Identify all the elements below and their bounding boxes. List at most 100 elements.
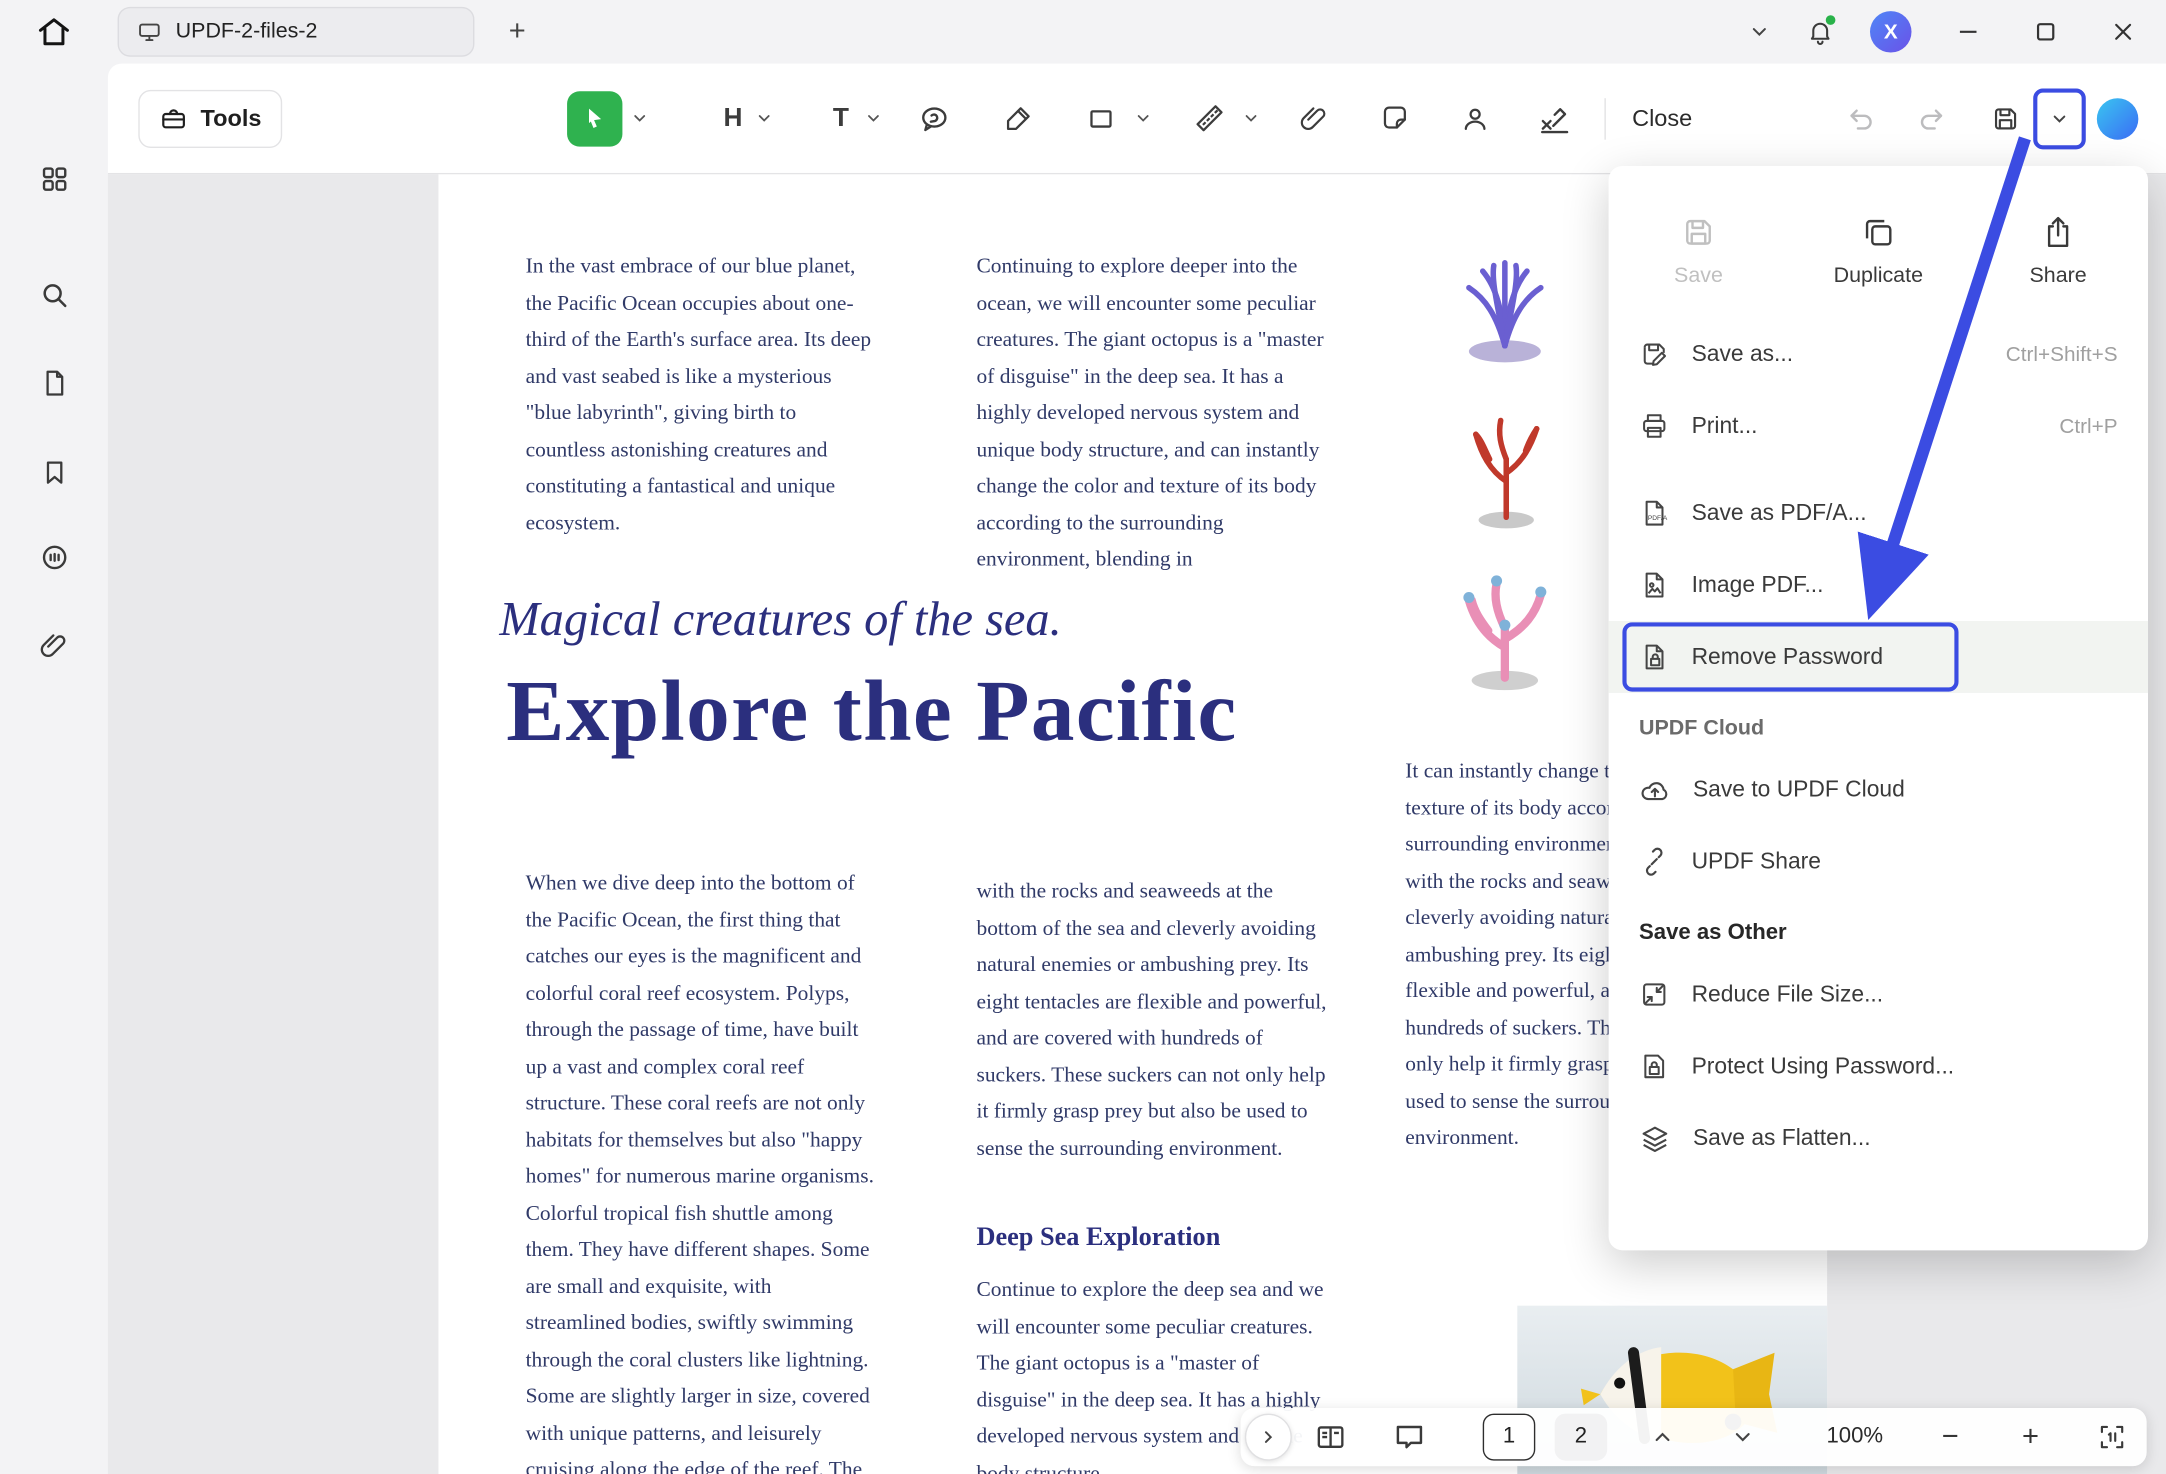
pen-tool-button[interactable] (990, 91, 1045, 146)
next-page-button[interactable] (1731, 1425, 1755, 1449)
marker-pen-icon (1002, 102, 1034, 134)
menu-save-action[interactable]: Save (1609, 185, 1789, 318)
printer-icon (1639, 411, 1669, 441)
page-number-next[interactable]: 2 (1555, 1414, 1608, 1461)
tools-button[interactable]: Tools (138, 89, 282, 147)
maximize-button[interactable] (2025, 11, 2066, 52)
redo-button[interactable] (1903, 91, 1958, 146)
stamp-tool-button[interactable] (1447, 91, 1502, 146)
chevron-right-icon (1259, 1427, 1278, 1446)
chevron-down-icon (2050, 109, 2069, 128)
chevron-down-icon (1731, 1425, 1755, 1449)
zoom-out-button[interactable]: − (1929, 1416, 1970, 1457)
menu-item-save-as-pdfa[interactable]: PDF/A Save as PDF/A... (1609, 477, 2148, 549)
duplicate-icon (1860, 214, 1896, 250)
menu-item-save-to-updf-cloud[interactable]: Save to UPDF Cloud (1609, 754, 2148, 826)
shortcut-label: Ctrl+Shift+S (2006, 342, 2118, 366)
menu-item-updf-share[interactable]: UPDF Share (1609, 826, 2148, 898)
image-pdf-icon (1639, 570, 1669, 600)
sidebar-item-attachments[interactable] (25, 617, 83, 675)
expand-nav-button[interactable] (1245, 1414, 1292, 1461)
menu-item-print[interactable]: Print... Ctrl+P (1609, 390, 2148, 462)
paperclip-icon (39, 631, 69, 661)
save-button[interactable] (1978, 91, 2033, 146)
document-tab[interactable]: UPDF-2-files-2 (118, 7, 475, 57)
select-tool-dropdown[interactable] (628, 91, 650, 146)
grid-icon (38, 163, 70, 195)
close-window-button[interactable] (2102, 11, 2143, 52)
ruler-icon (1193, 102, 1225, 134)
redo-icon (1916, 103, 1946, 133)
anemone-image (1427, 241, 1582, 368)
ai-assistant-button[interactable] (2097, 98, 2138, 139)
sidebar-item-bookmarks[interactable] (25, 443, 83, 501)
two-page-view-icon (1314, 1420, 1347, 1453)
text-tool-dropdown[interactable] (862, 91, 884, 146)
pink-coral-image (1427, 550, 1582, 694)
svg-text:PDF/A: PDF/A (1648, 515, 1668, 522)
previous-page-button[interactable] (1651, 1425, 1675, 1449)
attach-tool-button[interactable] (1286, 91, 1341, 146)
undo-button[interactable] (1834, 91, 1889, 146)
sticker-tool-button[interactable] (1367, 91, 1422, 146)
select-tool-button[interactable] (567, 91, 622, 146)
header-tool-dropdown[interactable] (752, 91, 774, 146)
h-tool-icon: H (724, 103, 743, 133)
home-icon (36, 14, 72, 50)
home-button[interactable] (25, 10, 83, 54)
measure-tool-dropdown[interactable] (1239, 91, 1261, 146)
updf-app-window: UPDF-2-files-2 + X (0, 0, 2166, 1474)
minimize-button[interactable] (1947, 11, 1988, 52)
annotation-panel-button[interactable] (1392, 1420, 1427, 1455)
document-title: Explore the Pacific (506, 661, 1237, 762)
comment-search-tool-button[interactable] (907, 91, 962, 146)
reduce-size-icon (1639, 979, 1669, 1009)
avatar[interactable]: X (1870, 11, 1911, 52)
shape-tool-button[interactable] (1073, 91, 1128, 146)
notification-dot (1824, 14, 1836, 26)
save-options-dropdown-button[interactable] (2033, 88, 2086, 149)
zoom-level[interactable]: 100% (1826, 1425, 1883, 1450)
undo-icon (1846, 103, 1876, 133)
menu-item-image-pdf[interactable]: Image PDF... (1609, 549, 2148, 621)
zoom-in-button[interactable]: + (2010, 1416, 2051, 1457)
sidebar-item-brand-pen[interactable] (25, 1469, 83, 1474)
save-icon (1681, 214, 1717, 250)
measure-tool-button[interactable] (1181, 91, 1236, 146)
menu-item-remove-password[interactable]: Remove Password (1609, 621, 2148, 693)
sidebar-item-pages[interactable] (25, 354, 83, 412)
sidebar-item-search[interactable] (25, 266, 83, 324)
sidebar-item-apps[interactable] (25, 149, 83, 207)
document-subtitle: Magical creatures of the sea. (499, 592, 1061, 647)
reading-mode-button[interactable] (1314, 1420, 1347, 1453)
chevron-down-icon[interactable] (1748, 21, 1770, 43)
shape-tool-dropdown[interactable] (1131, 91, 1153, 146)
fit-page-button[interactable] (2097, 1422, 2127, 1452)
paragraph-col2-2: with the rocks and seaweeds at the botto… (976, 874, 1327, 1167)
text-tool-icon: T (833, 103, 849, 133)
signature-tool-button[interactable] (1527, 91, 1582, 146)
menu-item-reduce-file-size[interactable]: Reduce File Size... (1609, 959, 2148, 1031)
new-tab-button[interactable]: + (498, 12, 537, 51)
plus-icon: + (509, 15, 526, 48)
menu-duplicate-action[interactable]: Duplicate (1788, 185, 1968, 318)
main-toolbar: Tools H T (108, 64, 2166, 175)
actual-size-icon (2097, 1422, 2127, 1452)
menu-item-save-as-flatten[interactable]: Save as Flatten... (1609, 1102, 2148, 1174)
page-number-current[interactable]: 1 (1483, 1414, 1536, 1461)
search-icon (38, 279, 70, 311)
close-document-button[interactable]: Close (1632, 104, 1692, 132)
section-updf-cloud: UPDF Cloud (1609, 693, 2148, 754)
menu-item-protect-using-password[interactable]: Protect Using Password... (1609, 1030, 2148, 1102)
menu-share-action[interactable]: Share (1968, 185, 2148, 318)
bookmark-icon (39, 457, 68, 486)
rectangle-shape-icon (1086, 103, 1116, 133)
pdfa-file-icon: PDF/A (1639, 498, 1669, 528)
sidebar-item-comments[interactable] (25, 528, 83, 586)
menu-item-save-as[interactable]: Save as... Ctrl+Shift+S (1609, 318, 2148, 390)
save-icon (1990, 103, 2020, 133)
notification-bell-button[interactable] (1806, 18, 1834, 46)
comment-icon (38, 541, 70, 573)
text-tool-button[interactable]: T (813, 91, 868, 146)
page-navigation-bar: 1 2 100% − + (1241, 1408, 2147, 1466)
